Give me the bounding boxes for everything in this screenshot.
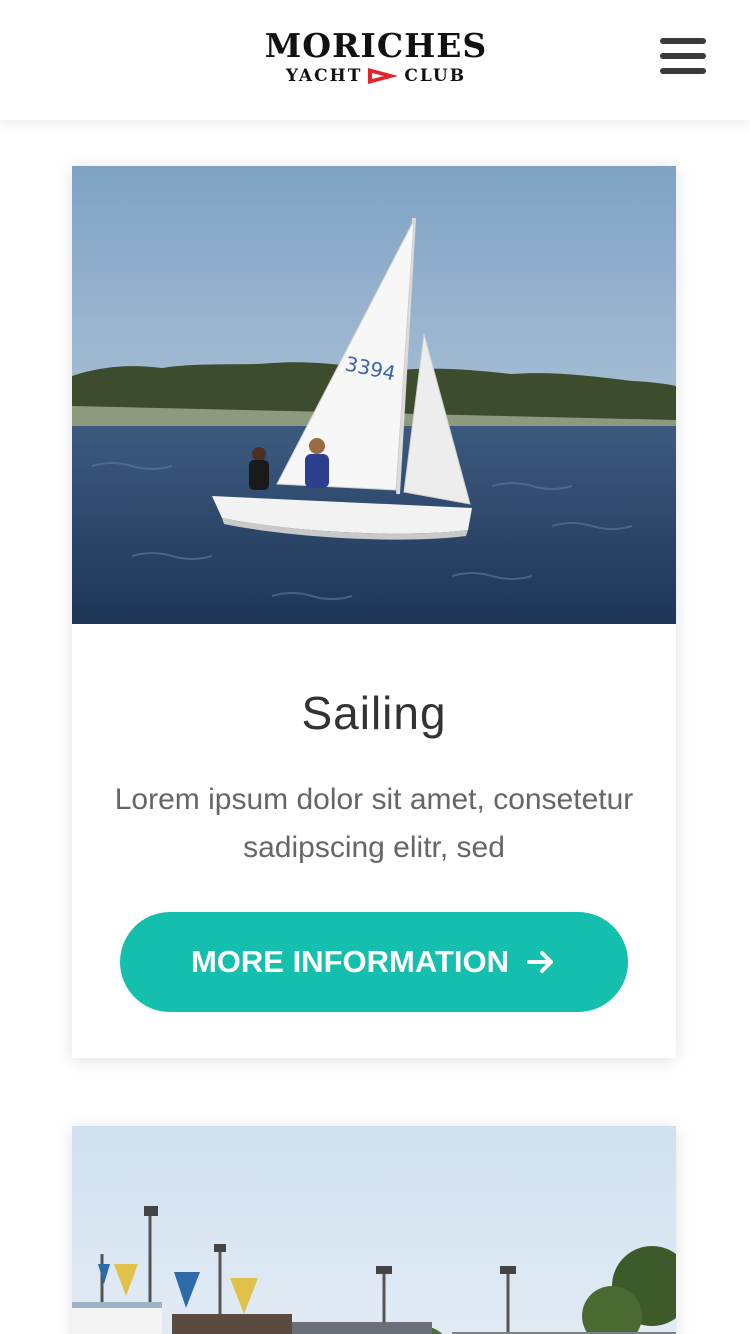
card-title: Sailing — [301, 687, 447, 739]
card-description: Lorem ipsum dolor sit amet, consetetur s… — [114, 783, 634, 864]
marina-flags-photo — [72, 1126, 676, 1334]
logo-title: MORICHES — [264, 26, 488, 65]
hamburger-menu-icon[interactable] — [660, 38, 712, 84]
club-logo[interactable]: MORICHES YACHT CLUB — [236, 28, 516, 92]
logo-subtitle: YACHT CLUB — [236, 64, 516, 88]
logo-club: CLUB — [404, 66, 467, 86]
logo-yacht: YACHT — [285, 66, 363, 86]
pennant-icon — [368, 68, 399, 84]
sailboat-photo: 3394 — [72, 166, 676, 624]
activity-card-marina — [72, 1126, 676, 1334]
activity-card-sailing: 3394 Sailing Lorem ipsum dolor sit amet,… — [72, 166, 676, 1058]
arrow-right-icon — [527, 951, 553, 973]
more-information-button[interactable]: MORE INFORMATION — [120, 912, 628, 1012]
site-header: MORICHES YACHT CLUB — [0, 0, 750, 120]
more-information-label: MORE INFORMATION — [190, 944, 509, 979]
